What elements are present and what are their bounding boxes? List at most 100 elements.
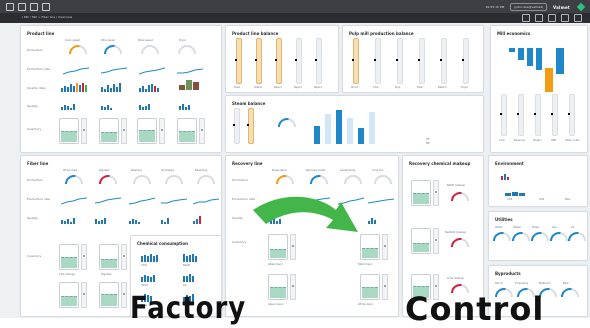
- panel-environment[interactable]: Environment CO2 SO2 NOx: [488, 155, 588, 207]
- grid-icon[interactable]: [6, 3, 14, 11]
- bar-sparkline: [139, 82, 159, 92]
- brand-mark-icon: [576, 2, 586, 12]
- column-label: Other costs: [565, 139, 580, 142]
- chem-bars: [141, 272, 155, 282]
- gauge-air: [568, 232, 586, 241]
- trend-line: [193, 198, 219, 205]
- panel-title: Environment: [495, 161, 524, 166]
- utility-label: Water: [495, 226, 503, 229]
- row-label-production-rate: Production rate: [27, 67, 51, 71]
- bar-sparkline: [139, 100, 150, 110]
- navbar: / Mill / Mill > Fiber line / Overview: [0, 13, 590, 23]
- row-label-quality: Quality: [232, 216, 243, 220]
- byproduct-label: Turpentine: [515, 282, 529, 285]
- caption-left: Factory: [130, 291, 247, 327]
- column-label: Margin: [533, 139, 542, 142]
- balance-column: [255, 38, 262, 84]
- row-label-production: Production: [27, 178, 43, 182]
- gauge-label: Press speed: [138, 39, 153, 42]
- column-label: Bleach: [438, 86, 447, 89]
- settings-icon[interactable]: [561, 14, 569, 22]
- makeup-gauge: [451, 192, 469, 201]
- column-label: Fiber: [417, 86, 424, 89]
- gauge-bleaching: [197, 175, 215, 184]
- balance-column: [462, 38, 469, 84]
- economics-column: [500, 94, 507, 136]
- row-label-production-rate: Production rate: [27, 197, 51, 201]
- bar-sparkline: [129, 214, 140, 224]
- valve: [121, 244, 127, 270]
- tank-label: Black liquor: [358, 263, 373, 266]
- user-pill[interactable]: (john.doe@valmet): [510, 3, 548, 11]
- byproduct-label: Bark: [563, 282, 569, 285]
- user-label: (john.doe@valmet): [514, 5, 544, 9]
- gauge-label: Causticizing: [340, 169, 356, 172]
- panel-product-line[interactable]: Product line Production Production rate …: [20, 25, 222, 153]
- panel-title: Product line: [27, 31, 55, 36]
- tank: [360, 274, 380, 300]
- economics-bars: [509, 48, 564, 92]
- utility-label: Power: [532, 226, 540, 229]
- bar-sparkline: [95, 214, 106, 224]
- valve: [159, 118, 165, 144]
- share-icon[interactable]: [535, 14, 543, 22]
- row-label-quality-data: Quality data: [27, 86, 46, 90]
- more-icon[interactable]: [574, 14, 582, 22]
- column-label: Revenue: [514, 139, 525, 142]
- trend-line: [177, 68, 203, 74]
- makeup-label: Na2SO4 makeup: [445, 231, 466, 234]
- panel-pulp-mill-production-balance[interactable]: Pulp mill production balance Wood Chip P…: [342, 25, 484, 93]
- search-icon[interactable]: [30, 3, 38, 11]
- gauge-label: Evaporation: [272, 169, 288, 172]
- panel-title: Fiber line: [27, 161, 49, 166]
- valve: [382, 234, 388, 260]
- panel-title: Recovery line: [232, 161, 263, 166]
- gauge-label: Recovery boiler: [306, 169, 326, 172]
- column-label: Chip: [373, 86, 379, 89]
- gauge-power: [531, 232, 549, 241]
- gauge-dryer: [178, 45, 196, 54]
- window-icon[interactable]: [42, 3, 50, 11]
- column-label: Reject: [294, 86, 302, 89]
- valve: [81, 282, 87, 308]
- bar-sparkline: [61, 214, 75, 224]
- chem-bars: [141, 252, 158, 262]
- panel-mill-economics[interactable]: Mill economics Cost Revenue Margin OEE O…: [490, 25, 588, 153]
- balance-column: [295, 38, 302, 84]
- gauge-oven-speed: [69, 45, 87, 54]
- environment-label: SO2: [539, 198, 545, 201]
- refresh-icon[interactable]: [548, 14, 556, 22]
- chem-label: NaOH: [183, 264, 191, 267]
- environment-label: NOx: [565, 198, 571, 201]
- gauge-steam: [512, 232, 530, 241]
- panel-utilities[interactable]: Utilities Water Steam Power Gas Air: [488, 211, 588, 261]
- panel-product-line-balance[interactable]: Product line balance Feed Outlet Reject …: [225, 25, 339, 93]
- brand-logo: Valmet: [553, 4, 570, 10]
- row-label-inventory: Inventory: [232, 240, 247, 244]
- tank-label: Digester: [101, 273, 112, 276]
- bar-sparkline: [368, 214, 376, 224]
- tank: [137, 118, 157, 144]
- makeup-label: Lime makeup: [447, 277, 464, 280]
- valve: [199, 118, 205, 144]
- gauge-o2-delignification: [165, 175, 183, 184]
- tank: [59, 118, 79, 144]
- environment-bars: [501, 170, 509, 180]
- row-label-inventory: Inventory: [27, 127, 42, 131]
- panel-steam-balance[interactable]: Steam balance HP MP: [225, 95, 484, 153]
- copy-icon[interactable]: [522, 14, 530, 22]
- trend-line: [368, 198, 394, 204]
- gauge-label: Oven speed: [65, 39, 80, 42]
- utility-label: Gas: [552, 226, 557, 229]
- breadcrumb[interactable]: / Mill / Mill > Fiber line / Overview: [22, 15, 72, 19]
- bar-sparkline: [161, 214, 169, 224]
- green-arrow-icon: [253, 196, 358, 232]
- tank-label: White liquor: [358, 303, 374, 306]
- list-icon[interactable]: [18, 3, 26, 11]
- valve: [382, 274, 388, 300]
- column-label: Feed: [234, 86, 240, 89]
- gauge-wood-chips: [65, 175, 83, 184]
- tank: [268, 274, 288, 300]
- balance-column: [352, 38, 359, 84]
- tank: [411, 228, 431, 254]
